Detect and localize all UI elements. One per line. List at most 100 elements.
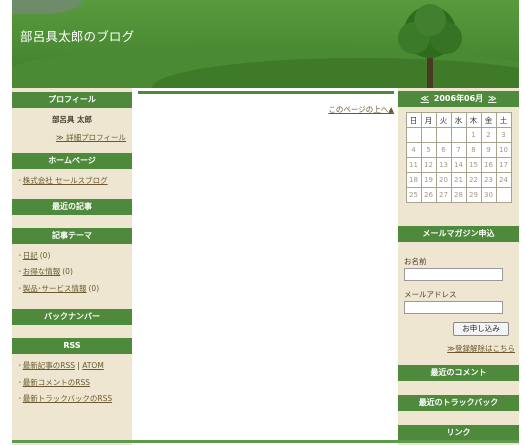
theme-link-diary[interactable]: 日記: [23, 251, 38, 260]
left-sidebar: プロフィール 部呂具 太郎 ≫ 詳細プロフィール ホームページ ･株式会社 セー…: [12, 88, 132, 445]
calendar-title: 2006年06月: [433, 94, 484, 103]
homepage-list: ･株式会社 セールスブログ: [12, 169, 132, 195]
mailmag-form: お名前 メールアドレス お申し込み: [398, 242, 519, 336]
recent-articles-heading: 最近の記事: [12, 198, 132, 215]
recent-comments-heading: 最近のコメント: [398, 365, 519, 381]
list-item: ･最新コメントのRSS: [18, 377, 90, 387]
day-cell: 24: [495, 172, 512, 188]
day-cell: 27: [435, 187, 452, 203]
homepage-heading: ホームページ: [12, 153, 132, 169]
rss-latest-articles-link[interactable]: 最新記事のRSS: [23, 361, 75, 370]
day-cell: 28: [450, 187, 467, 203]
unsubscribe-link[interactable]: ≫登録解除はこちら: [447, 344, 515, 353]
day-cell: 23: [480, 172, 497, 188]
calendar-weekday-row: 日 月 火 水 木 金 土: [405, 112, 512, 128]
day-cell: 30: [480, 187, 497, 203]
weekday-cell: 月: [420, 112, 437, 128]
day-cell: [495, 187, 512, 203]
day-cell: 1: [465, 127, 482, 143]
recent-trackbacks-heading: 最近のトラックバック: [398, 395, 519, 411]
weekday-cell: 日: [405, 112, 422, 128]
right-sidebar: ≪ 2006年06月 ≫ 日 月 火 水 木 金 土 1 2 3 4 5 6 7…: [398, 88, 519, 445]
day-cell: 9: [480, 142, 497, 158]
homepage-link[interactable]: 株式会社 セールスブログ: [23, 176, 108, 185]
calendar-week-row: 1 2 3: [405, 127, 512, 143]
rss-heading: RSS: [12, 338, 132, 354]
day-cell: [435, 127, 452, 143]
day-cell: 8: [465, 142, 482, 158]
list-item: ･最新記事のRSS | ATOM: [18, 361, 104, 370]
list-item: ･日記 (0): [18, 250, 51, 260]
day-cell: 26: [420, 187, 437, 203]
day-cell: 17: [495, 157, 512, 173]
list-item: ･製品･サービス情報 (0): [18, 283, 100, 293]
main-divider: [138, 91, 394, 94]
detail-profile-link[interactable]: ≫ 詳細プロフィール: [56, 133, 126, 142]
day-cell: 22: [465, 172, 482, 188]
list-item: ･株式会社 セールスブログ: [18, 176, 108, 185]
email-input[interactable]: [404, 301, 503, 314]
day-cell: [450, 127, 467, 143]
theme-count: (0): [39, 250, 51, 260]
day-cell: 10: [495, 142, 512, 158]
tree-icon: [398, 4, 462, 88]
rss-list: ･最新記事のRSS | ATOM ･最新コメントのRSS ･最新トラックバックの…: [12, 354, 132, 413]
day-cell: 29: [465, 187, 482, 203]
themes-list: ･日記 (0) ･お得な情報 (0) ･製品･サービス情報 (0): [12, 244, 132, 303]
day-cell: 12: [420, 157, 437, 173]
day-cell: 21: [450, 172, 467, 188]
weekday-cell: 水: [450, 112, 467, 128]
day-cell: 11: [405, 157, 422, 173]
day-cell: 25: [405, 187, 422, 203]
calendar-week-row: 18 19 20 21 22 23 24: [405, 172, 512, 188]
day-cell: 4: [405, 142, 422, 158]
day-cell: 3: [495, 127, 512, 143]
profile-heading: プロフィール: [12, 92, 132, 108]
weekday-cell: 土: [495, 112, 512, 128]
profile-name: 部呂具 太郎: [51, 115, 93, 124]
email-label: メールアドレス: [404, 290, 457, 299]
calendar-prev-link[interactable]: ≪: [421, 94, 429, 103]
page-top-link[interactable]: このページの上へ▲: [328, 104, 394, 115]
subscribe-button[interactable]: お申し込み: [453, 322, 509, 336]
calendar-week-row: 4 5 6 7 8 9 10: [405, 142, 512, 158]
day-cell: [420, 127, 437, 143]
main-content: このページの上へ▲: [132, 88, 398, 445]
theme-link-deals[interactable]: お得な情報: [23, 267, 61, 276]
header-banner: 部呂具太郎のブログ: [12, 0, 519, 88]
weekday-cell: 火: [435, 112, 452, 128]
day-cell: 19: [420, 172, 437, 188]
weekday-cell: 金: [480, 112, 497, 128]
footer-divider: [12, 440, 519, 443]
rss-latest-trackbacks-link[interactable]: 最新トラックバックのRSS: [23, 394, 112, 403]
theme-count: (0): [88, 283, 100, 293]
calendar-week-row: 11 12 13 14 15 16 17: [405, 157, 512, 173]
day-cell: [405, 127, 422, 143]
theme-count: (0): [62, 267, 73, 276]
mailmag-heading: メールマガジン申込: [398, 226, 519, 242]
themes-heading: 記事テーマ: [12, 227, 132, 244]
day-cell: 5: [420, 142, 437, 158]
calendar-table: 日 月 火 水 木 金 土 1 2 3 4 5 6 7 8 9 10 11 12…: [405, 112, 512, 203]
list-item: ･最新トラックバックのRSS: [18, 394, 113, 403]
day-cell: 20: [435, 172, 452, 188]
day-cell: 2: [480, 127, 497, 143]
backnumber-heading: バックナンバー: [12, 309, 132, 325]
site-title[interactable]: 部呂具太郎のブログ: [20, 26, 134, 45]
rss-latest-comments-link[interactable]: 最新コメントのRSS: [23, 378, 90, 387]
day-cell: 14: [450, 157, 467, 173]
weekday-cell: 木: [465, 112, 482, 128]
calendar-week-row: 25 26 27 28 29 30: [405, 187, 512, 203]
atom-link[interactable]: ATOM: [82, 361, 104, 370]
calendar-header: ≪ 2006年06月 ≫: [398, 91, 519, 107]
day-cell: 7: [450, 142, 467, 158]
banner-sky: [12, 0, 82, 14]
list-item: ･お得な情報 (0): [18, 267, 73, 276]
name-input[interactable]: [404, 268, 503, 281]
calendar-next-link[interactable]: ≫: [488, 94, 496, 103]
day-cell: 13: [435, 157, 452, 173]
theme-link-products[interactable]: 製品･サービス情報: [23, 284, 87, 293]
day-cell: 18: [405, 172, 422, 188]
rss-separator: |: [77, 361, 80, 370]
name-label: お名前: [404, 257, 427, 266]
